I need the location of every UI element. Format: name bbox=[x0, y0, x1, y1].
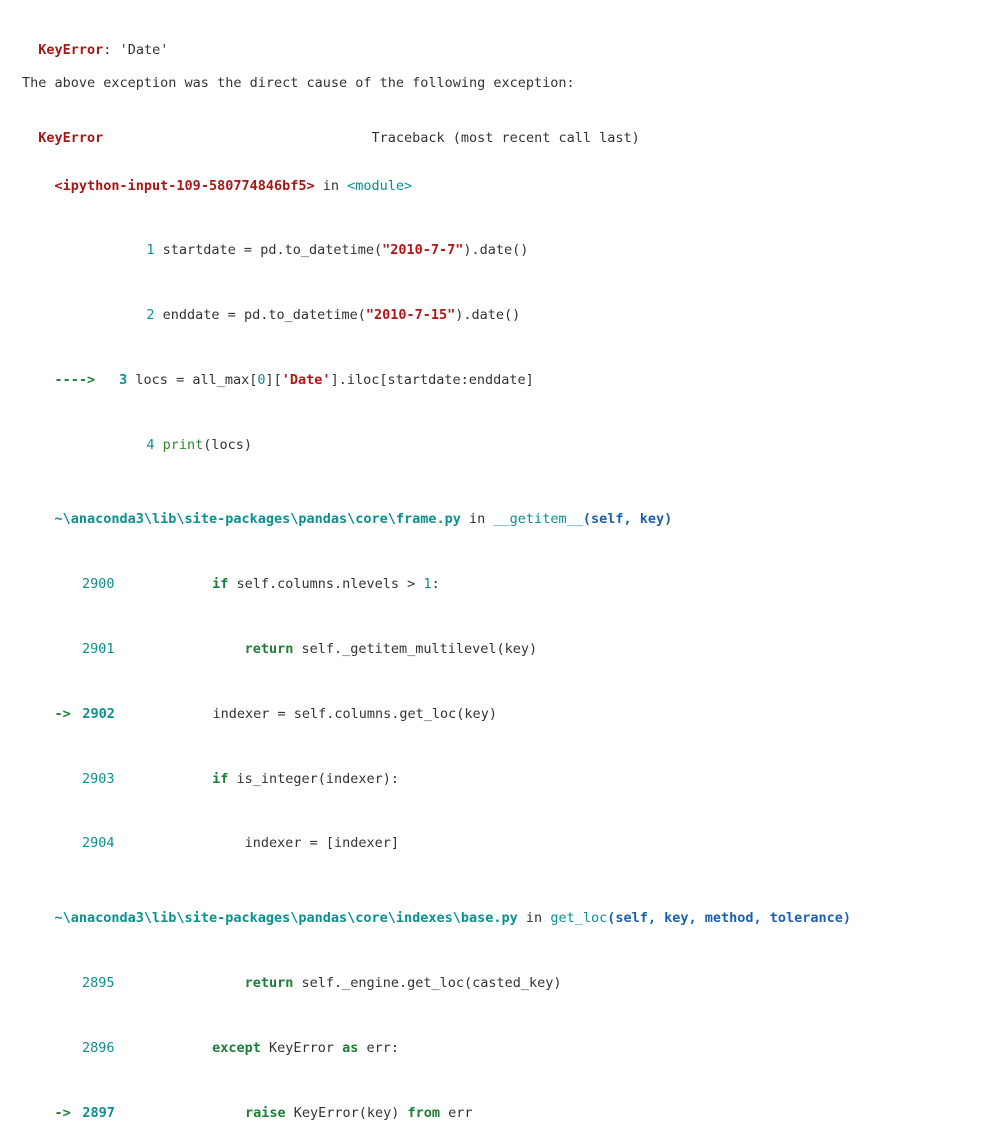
func-name: get_loc bbox=[550, 910, 607, 926]
func-name: __getitem__ bbox=[493, 511, 582, 527]
file-path: ~\anaconda3\lib\site-packages\pandas\cor… bbox=[55, 511, 461, 527]
cell-id: <ipython-input-109-580774846bf5> bbox=[55, 178, 315, 194]
code-line: 2900 if self.columns.nlevels > 1: bbox=[22, 553, 974, 618]
error-name: KeyError bbox=[38, 42, 103, 58]
frame-location: ~\anaconda3\lib\site-packages\pandas\cor… bbox=[22, 488, 974, 553]
code-line: 2903 if is_integer(indexer): bbox=[22, 747, 974, 812]
frame-framepy: ~\anaconda3\lib\site-packages\pandas\cor… bbox=[22, 488, 974, 877]
file-path: ~\anaconda3\lib\site-packages\pandas\cor… bbox=[55, 910, 518, 926]
code-line: 2896 except KeyError as err: bbox=[22, 1016, 974, 1081]
arrow-icon: ----> bbox=[55, 372, 104, 388]
module-tag: <module> bbox=[347, 178, 412, 194]
code-line: 1 startdate = pd.to_datetime("2010-7-7")… bbox=[22, 219, 974, 284]
arrow-icon: -> bbox=[55, 706, 79, 722]
traceback-label: Traceback (most recent call last) bbox=[372, 130, 640, 146]
code-line-current: -> 2902 indexer = self.columns.get_loc(k… bbox=[22, 682, 974, 747]
error-class: KeyError bbox=[38, 130, 103, 146]
frame-basepy: ~\anaconda3\lib\site-packages\pandas\cor… bbox=[22, 887, 974, 1146]
frame-ipython: <ipython-input-109-580774846bf5> in <mod… bbox=[22, 154, 974, 478]
frame-location: ~\anaconda3\lib\site-packages\pandas\cor… bbox=[22, 887, 974, 952]
top-error-line: KeyError: 'Date' bbox=[22, 18, 974, 61]
code-line-current: -> 2897 raise KeyError(key) from err bbox=[22, 1081, 974, 1146]
arrow-icon: -> bbox=[55, 1105, 79, 1121]
code-line: 2904 indexer = [indexer] bbox=[22, 812, 974, 877]
func-sig: (self, key, method, tolerance) bbox=[607, 910, 851, 926]
code-line-current: ----> 3 locs = all_max[0]['Date'].iloc[s… bbox=[22, 348, 974, 413]
func-sig: (self, key) bbox=[583, 511, 672, 527]
code-line: 2 enddate = pd.to_datetime("2010-7-15").… bbox=[22, 284, 974, 349]
traceback-header: KeyError Traceback (most recent call las… bbox=[22, 107, 974, 150]
error-msg: 'Date' bbox=[120, 42, 169, 58]
error-sep: : bbox=[103, 42, 119, 58]
frame-location: <ipython-input-109-580774846bf5> in <mod… bbox=[22, 154, 974, 219]
code-line: 4 print(locs) bbox=[22, 413, 974, 478]
chained-exception-note: The above exception was the direct cause… bbox=[22, 73, 974, 95]
code-line: 2901 return self._getitem_multilevel(key… bbox=[22, 617, 974, 682]
code-line: 2895 return self._engine.get_loc(casted_… bbox=[22, 951, 974, 1016]
